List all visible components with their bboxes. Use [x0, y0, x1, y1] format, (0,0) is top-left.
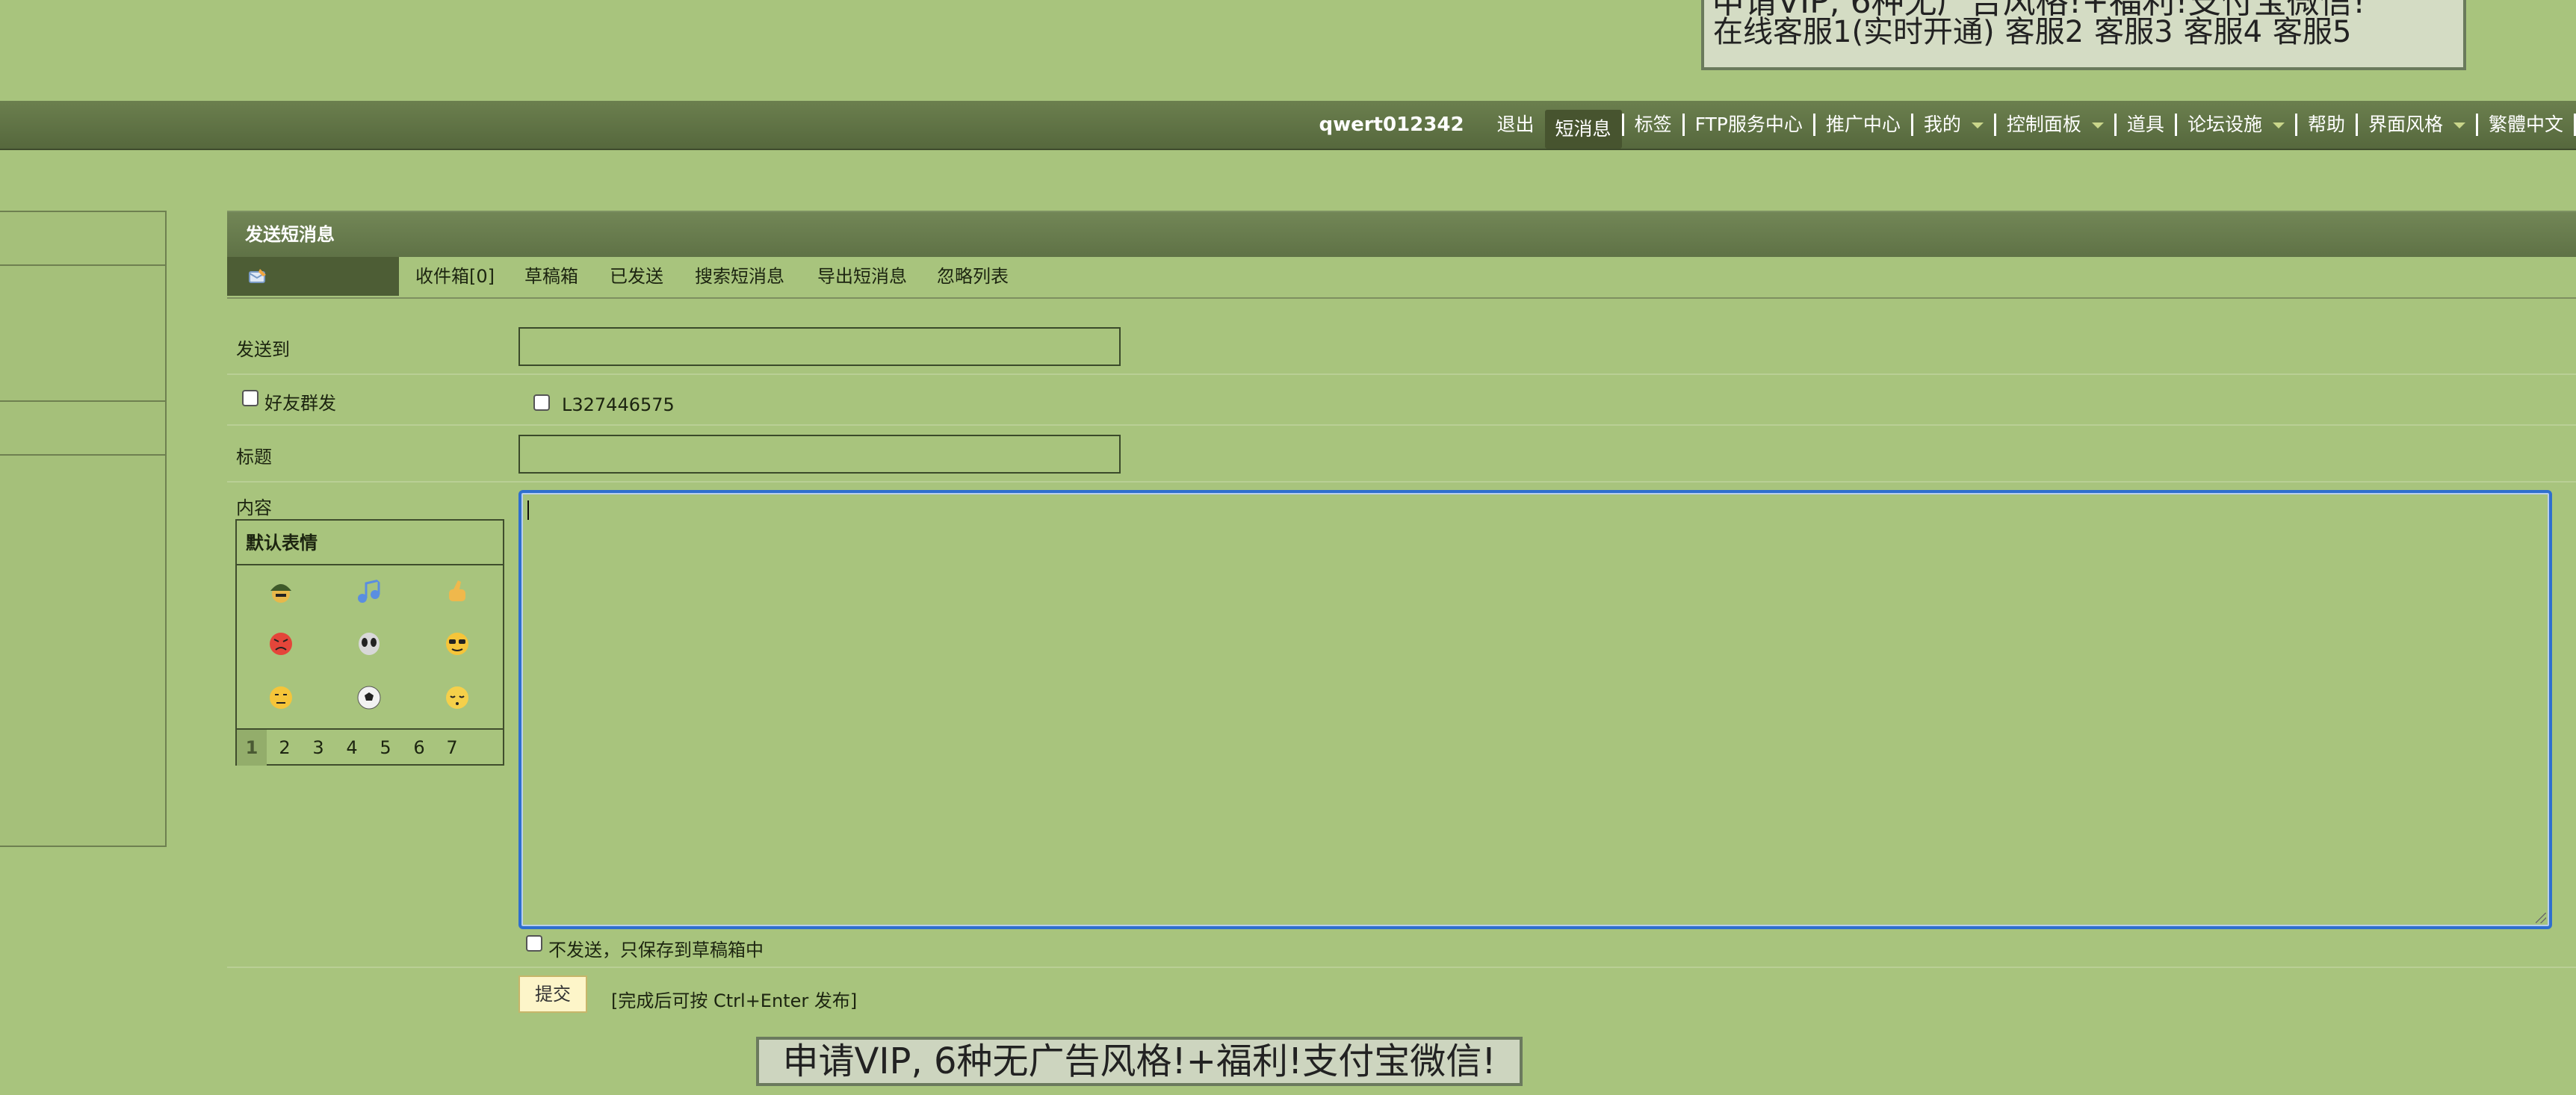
- tab-drafts[interactable]: 草稿箱: [524, 255, 578, 297]
- emoji-page-1[interactable]: 1: [237, 730, 267, 766]
- nav-style[interactable]: 界面风格: [2358, 101, 2476, 149]
- emoji-page-7[interactable]: 7: [437, 730, 467, 766]
- nav-control-panel[interactable]: 控制面板: [1996, 101, 2114, 149]
- emoji-panel-title: 默认表情: [237, 521, 503, 565]
- tab-search-messages[interactable]: 搜索短消息: [695, 255, 784, 297]
- row-divider: [227, 481, 2576, 483]
- text-cursor: [527, 500, 529, 520]
- soccer-ball-icon[interactable]: [355, 683, 383, 712]
- draft-only-label: 不发送，只保存到草稿箱中: [548, 940, 764, 961]
- message-tabs: 收件箱[0] 草稿箱 已发送 搜索短消息 导出短消息 忽略列表: [227, 255, 2576, 299]
- tab-export-messages[interactable]: 导出短消息: [817, 255, 907, 297]
- left-sidebar: [0, 211, 167, 847]
- chevron-down-icon: [2272, 122, 2285, 128]
- soldier-icon[interactable]: [267, 577, 295, 606]
- nav-promotion[interactable]: 推广中心: [1815, 101, 1911, 149]
- panel-header: 发送短消息: [227, 211, 2576, 257]
- service-link-5[interactable]: 客服5: [2273, 15, 2351, 49]
- nav-traditional-chinese[interactable]: 繁體中文: [2478, 101, 2574, 149]
- draft-only-checkbox[interactable]: [526, 935, 542, 952]
- angry-face-icon[interactable]: [267, 630, 295, 658]
- row-divider: [227, 373, 2576, 375]
- nav-tags[interactable]: 标签: [1624, 101, 1682, 149]
- emoji-page-3[interactable]: 3: [303, 730, 333, 766]
- submit-hint: [完成后可按 Ctrl+Enter 发布]: [611, 990, 858, 1011]
- nav-mine[interactable]: 我的: [1913, 101, 1994, 149]
- compose-message-icon: [249, 269, 266, 283]
- friend-checkbox[interactable]: [533, 394, 550, 411]
- music-note-icon[interactable]: [355, 577, 383, 606]
- friend-name: L327446575: [562, 394, 675, 415]
- customer-service-links: 在线客服1(实时开通) 客服2 客服3 客服4 客服5: [1713, 7, 2362, 51]
- sleepy-face-icon[interactable]: [443, 683, 471, 712]
- send-to-label: 发送到: [236, 339, 290, 360]
- row-divider: [227, 424, 2576, 426]
- tab-inbox[interactable]: 收件箱[0]: [415, 255, 495, 297]
- tab-ignore-list[interactable]: 忽略列表: [937, 255, 1009, 297]
- emoji-pagination: 1 2 3 4 5 6 7: [237, 728, 503, 766]
- alien-face-icon[interactable]: [355, 630, 383, 658]
- chevron-down-icon: [2453, 122, 2465, 128]
- emoji-page-6[interactable]: 6: [404, 730, 434, 766]
- emoji-page-4[interactable]: 4: [337, 730, 367, 766]
- subject-label: 标题: [236, 447, 272, 468]
- nav-mine-label: 我的: [1923, 114, 1961, 135]
- sidebar-divider: [0, 400, 167, 402]
- emoji-page-5[interactable]: 5: [371, 730, 400, 766]
- resize-handle-icon[interactable]: [2536, 913, 2546, 923]
- group-send-label: 好友群发: [264, 393, 336, 414]
- top-nav-bar: qwert012342 退出 短消息 标签 FTP服务中心 推广中心 我的 控制…: [0, 101, 2576, 150]
- service-link-3[interactable]: 客服3: [2094, 15, 2173, 49]
- emoji-page-2[interactable]: 2: [270, 730, 300, 766]
- submit-button[interactable]: 提交: [518, 975, 587, 1013]
- top-announcement: 申请VIP, 6种无广告风格!+福利!支付宝微信! 在线客服1(实时开通) 客服2…: [1701, 0, 2466, 70]
- thumbs-up-icon[interactable]: [443, 577, 471, 606]
- nav-forum-facilities-label: 论坛设施: [2187, 114, 2262, 135]
- nav-messages[interactable]: 短消息: [1544, 110, 1622, 149]
- sidebar-divider: [0, 454, 167, 456]
- sidebar-divider: [0, 264, 167, 266]
- tab-compose[interactable]: [227, 257, 399, 296]
- nav-ftp[interactable]: FTP服务中心: [1685, 101, 1813, 149]
- service-link-1[interactable]: 在线客服1(实时开通): [1713, 15, 1995, 49]
- subject-input[interactable]: [518, 435, 1121, 474]
- group-send-checkbox[interactable]: [242, 390, 258, 406]
- row-divider: [227, 967, 2576, 968]
- service-link-4[interactable]: 客服4: [2184, 15, 2262, 49]
- page-title: 发送短消息: [245, 224, 335, 245]
- tab-sent[interactable]: 已发送: [610, 255, 663, 297]
- sunglasses-face-icon[interactable]: [443, 630, 471, 658]
- nav-style-label: 界面风格: [2368, 114, 2443, 135]
- send-to-input[interactable]: [518, 327, 1121, 366]
- emoji-panel: 默认表情 1 2 3 4 5 6 7: [235, 519, 504, 766]
- nav-control-panel-label: 控制面板: [2006, 114, 2081, 135]
- chevron-down-icon: [1971, 122, 1984, 128]
- message-content-textarea[interactable]: [518, 490, 2552, 929]
- nav-username[interactable]: qwert012342: [1319, 114, 1464, 136]
- nav-props[interactable]: 道具: [2117, 101, 2175, 149]
- nav-forum-facilities[interactable]: 论坛设施: [2177, 101, 2295, 149]
- service-link-2[interactable]: 客服2: [2005, 15, 2084, 49]
- content-label: 内容: [236, 497, 272, 518]
- bottom-announcement[interactable]: 申请VIP, 6种无广告风格!+福利!支付宝微信!: [756, 1037, 1523, 1086]
- nav-logout[interactable]: 退出: [1487, 101, 1545, 149]
- annoyed-face-icon[interactable]: [267, 683, 295, 712]
- nav-help[interactable]: 帮助: [2297, 101, 2356, 149]
- chevron-down-icon: [2091, 122, 2104, 128]
